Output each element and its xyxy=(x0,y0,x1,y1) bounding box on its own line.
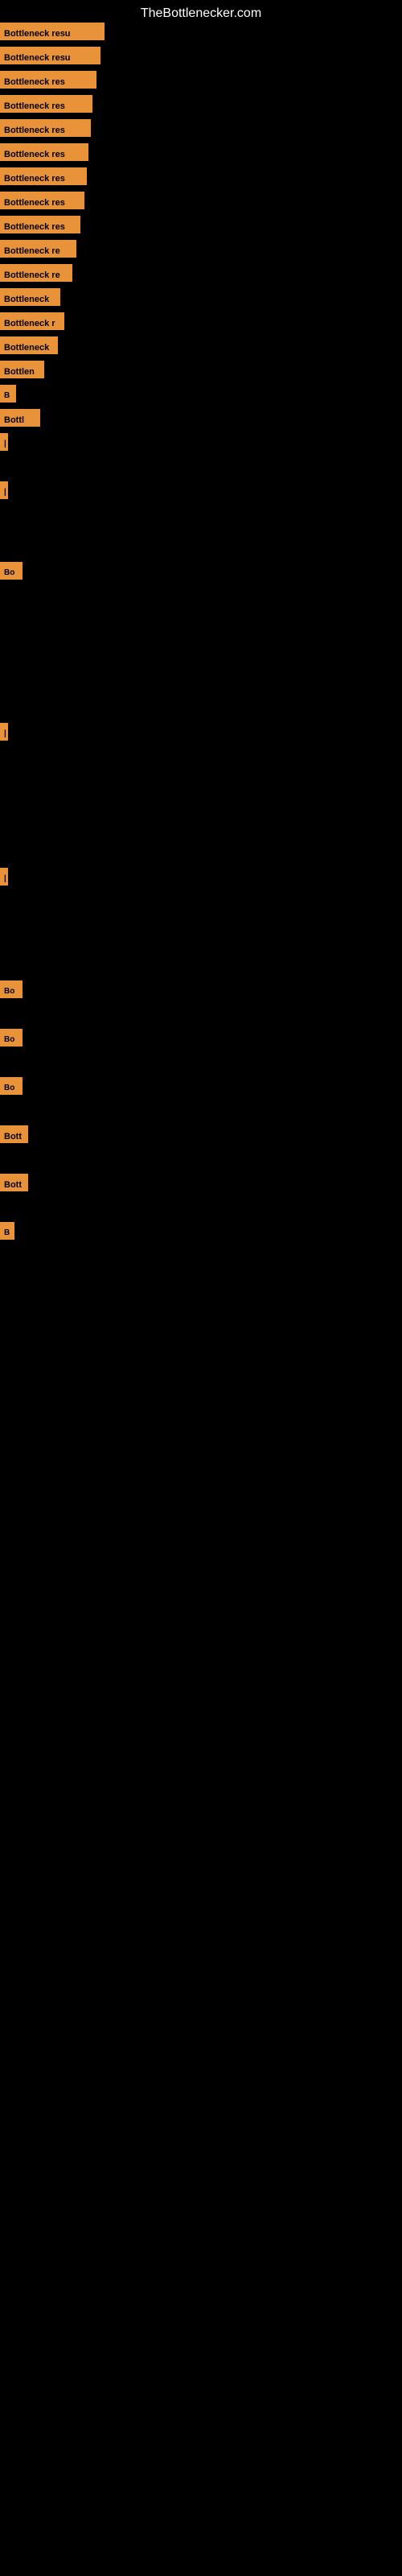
bar-label: Bottleneck res xyxy=(0,216,80,233)
bar-item: Bottleneck r xyxy=(0,312,64,330)
bar-item: Bottleneck re xyxy=(0,264,72,282)
bar-item: | xyxy=(0,868,4,886)
bar-label: Bo xyxy=(0,980,23,998)
bar-item: Bottleneck resu xyxy=(0,47,100,64)
bar-label: B xyxy=(0,1222,14,1240)
bar-label: Bo xyxy=(0,1029,23,1046)
bar-item: Bottleneck xyxy=(0,288,60,306)
bar-label: Bottl xyxy=(0,409,40,427)
bar-item: B xyxy=(0,1222,14,1240)
bar-label: Bottleneck re xyxy=(0,240,76,258)
bar-item: Bottl xyxy=(0,409,40,427)
bar-item: Bottleneck res xyxy=(0,216,80,233)
bar-item: Bottleneck xyxy=(0,336,58,354)
bar-item: Bo xyxy=(0,980,23,998)
bar-item: Bottleneck res xyxy=(0,143,88,161)
bar-item: | xyxy=(0,481,4,499)
bar-item: Bottleneck res xyxy=(0,192,84,209)
bar-item: Bott xyxy=(0,1174,28,1191)
bar-item: Bo xyxy=(0,562,23,580)
bar-label: Bottleneck resu xyxy=(0,23,105,40)
bar-label: Bottleneck re xyxy=(0,264,72,282)
bar-item: Bottleneck res xyxy=(0,167,87,185)
bar-label: Bott xyxy=(0,1125,28,1143)
bar-label: Bottleneck resu xyxy=(0,47,100,64)
bar-item: B xyxy=(0,385,16,402)
bar-label: Bottleneck res xyxy=(0,143,88,161)
bar-label: | xyxy=(0,433,8,451)
bar-label: Bo xyxy=(0,1077,23,1095)
bar-item: Bottleneck resu xyxy=(0,23,105,40)
bar-label: Bottleneck r xyxy=(0,312,64,330)
bar-label: Bottleneck res xyxy=(0,119,91,137)
bar-label: | xyxy=(0,481,8,499)
bar-item: Bott xyxy=(0,1125,28,1143)
bar-label: Bott xyxy=(0,1174,28,1191)
bar-item: | xyxy=(0,433,4,451)
bar-item: Bo xyxy=(0,1029,23,1046)
bar-label: Bottleneck xyxy=(0,288,60,306)
bar-label: Bottlen xyxy=(0,361,44,378)
bar-label: B xyxy=(0,385,16,402)
bar-label: | xyxy=(0,868,8,886)
bar-label: Bottleneck res xyxy=(0,95,92,113)
bar-label: Bottleneck res xyxy=(0,167,87,185)
bar-label: | xyxy=(0,723,8,741)
bar-label: Bottleneck res xyxy=(0,192,84,209)
bar-item: Bottleneck res xyxy=(0,119,91,137)
bar-label: Bottleneck res xyxy=(0,71,96,89)
bar-item: Bottlen xyxy=(0,361,44,378)
bar-item: | xyxy=(0,723,4,741)
bar-item: Bottleneck res xyxy=(0,71,96,89)
bar-label: Bo xyxy=(0,562,23,580)
bar-item: Bottleneck re xyxy=(0,240,76,258)
bar-label: Bottleneck xyxy=(0,336,58,354)
bar-item: Bo xyxy=(0,1077,23,1095)
bar-item: Bottleneck res xyxy=(0,95,92,113)
